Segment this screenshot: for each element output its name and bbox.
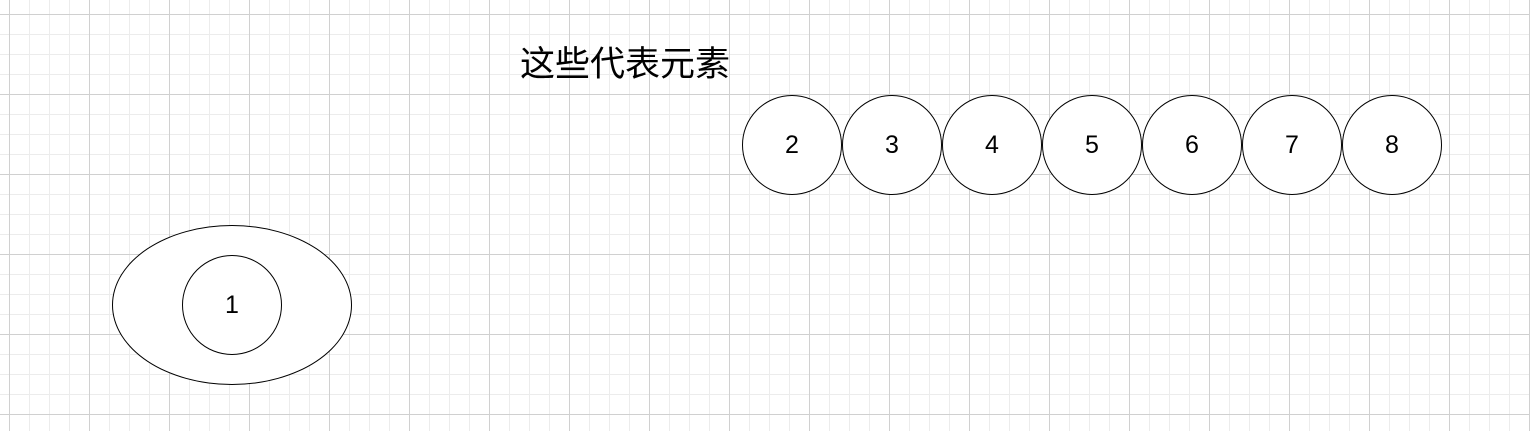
elements-row: 2 3 4 5 6 7 8 xyxy=(742,95,1442,195)
element-circle[interactable]: 2 xyxy=(742,95,842,195)
element-circle[interactable]: 8 xyxy=(1342,95,1442,195)
element-circle-label: 2 xyxy=(785,130,799,159)
element-circle[interactable]: 6 xyxy=(1142,95,1242,195)
element-circle[interactable]: 5 xyxy=(1042,95,1142,195)
element-circle-label: 8 xyxy=(1385,130,1399,159)
element-circle[interactable]: 4 xyxy=(942,95,1042,195)
element-circle-label: 6 xyxy=(1185,130,1199,159)
element-circle[interactable]: 7 xyxy=(1242,95,1342,195)
element-circle-label: 3 xyxy=(885,130,899,159)
element-circle[interactable]: 3 xyxy=(842,95,942,195)
element-circle-label: 5 xyxy=(1085,130,1099,159)
element-circle-label: 4 xyxy=(985,130,999,159)
caption-text: 这些代表元素 xyxy=(520,45,731,85)
element-circle-label: 7 xyxy=(1285,130,1299,159)
container-circle[interactable]: 1 xyxy=(182,255,282,355)
container-circle-label: 1 xyxy=(225,290,239,319)
